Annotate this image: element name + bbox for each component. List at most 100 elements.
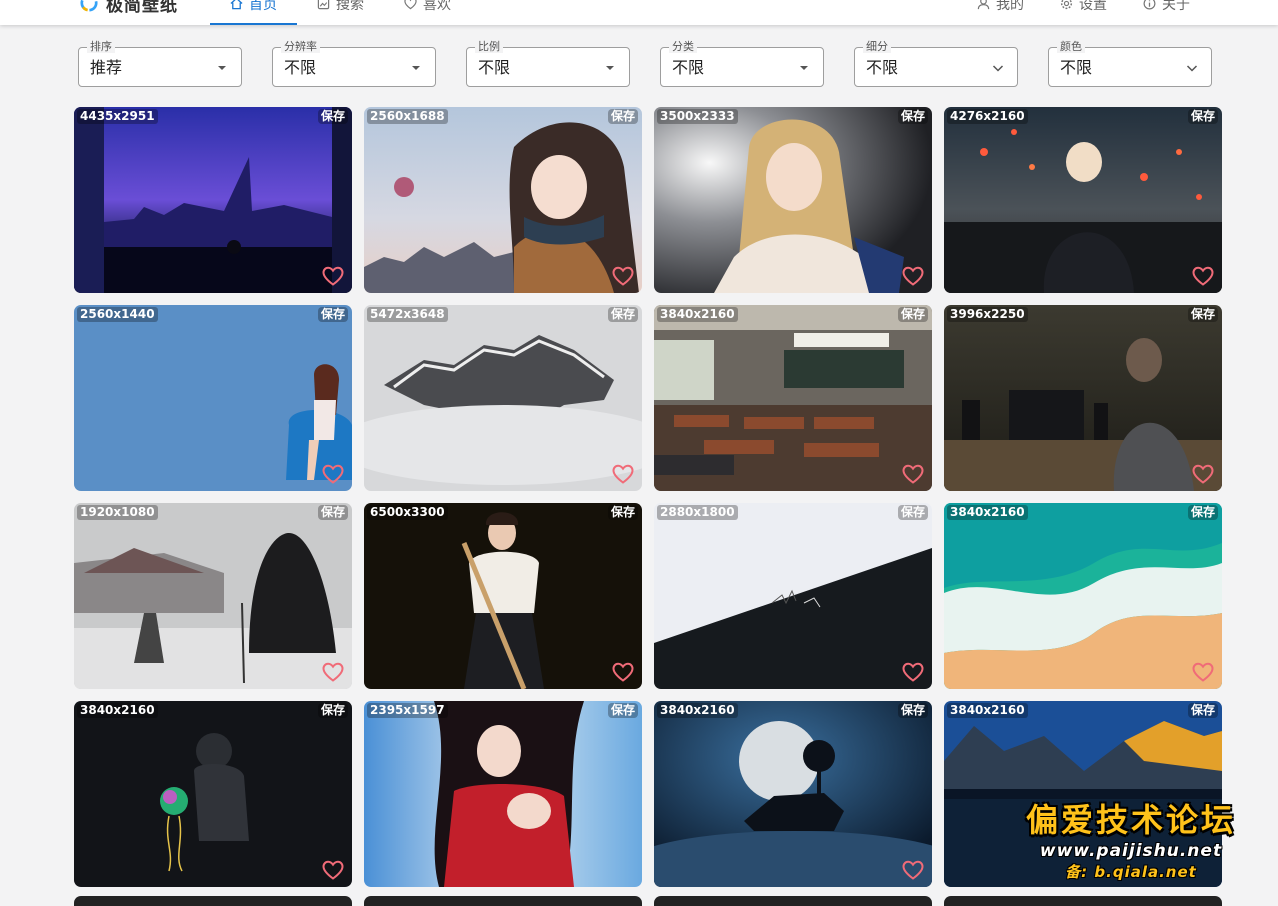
brand[interactable]: 极简壁纸 <box>80 0 178 16</box>
wallpaper-card[interactable]: 2560x1440 保存 <box>74 305 352 491</box>
wallpaper-card-peek[interactable] <box>364 896 642 906</box>
category-select[interactable]: 分类 不限 <box>660 41 824 87</box>
wallpaper-card-peek[interactable] <box>74 896 352 906</box>
wallpaper-card[interactable]: 3996x2250 保存 <box>944 305 1222 491</box>
wallpaper-card[interactable]: 2395x1597 保存 <box>364 701 642 887</box>
favorite-heart-icon[interactable] <box>902 464 924 484</box>
wallpaper-card-peek[interactable] <box>944 896 1222 906</box>
favorite-heart-icon[interactable] <box>322 662 344 682</box>
resolution-badge: 4276x2160 <box>947 109 1028 124</box>
save-button[interactable]: 保存 <box>1187 307 1218 322</box>
wallpaper-card[interactable]: 4435x2951 保存 <box>74 107 352 293</box>
wallpaper-card[interactable]: 2880x1800 保存 <box>654 503 932 689</box>
favorite-heart-icon[interactable] <box>1192 464 1214 484</box>
resolution-badge: 2880x1800 <box>657 505 738 520</box>
save-button[interactable]: 保存 <box>897 505 928 520</box>
save-button[interactable]: 保存 <box>317 703 348 718</box>
favorite-heart-icon[interactable] <box>902 266 924 286</box>
save-button[interactable]: 保存 <box>317 109 348 124</box>
caret-down-icon <box>800 66 808 70</box>
tab-home[interactable]: 首页 <box>210 0 297 25</box>
subcategory-select[interactable]: 细分 不限 <box>854 41 1018 87</box>
wallpaper-card[interactable]: 6500x3300 保存 <box>364 503 642 689</box>
wallpaper-card[interactable]: 3840x2160 保存 <box>74 701 352 887</box>
color-select[interactable]: 颜色 不限 <box>1048 41 1212 87</box>
info-icon <box>1143 0 1156 10</box>
wallpaper-card[interactable]: 1920x1080 保存 <box>74 503 352 689</box>
wallpaper-thumbnail <box>654 107 932 293</box>
color-select-label: 颜色 <box>1057 41 1085 53</box>
wallpaper-card[interactable]: 3840x2160 保存 <box>654 701 932 887</box>
wallpaper-card[interactable]: 3840x2160 保存 <box>944 503 1222 689</box>
tab-favorites[interactable]: 喜欢 <box>384 0 471 25</box>
watermark-backup-url: 备: b.qiala.net <box>1065 863 1197 881</box>
category-select-value: 不限 <box>672 58 705 77</box>
subcategory-select-label: 细分 <box>863 41 891 53</box>
favorite-heart-icon[interactable] <box>612 464 634 484</box>
tab-search[interactable]: 搜索 <box>297 0 384 25</box>
save-button[interactable]: 保存 <box>317 505 348 520</box>
wallpaper-thumbnail <box>654 503 932 689</box>
save-button[interactable]: 保存 <box>897 307 928 322</box>
user-icon <box>977 0 990 10</box>
resolution-select[interactable]: 分辨率 不限 <box>272 41 436 87</box>
save-button[interactable]: 保存 <box>1187 109 1218 124</box>
home-icon <box>230 0 243 10</box>
save-button[interactable]: 保存 <box>1187 703 1218 718</box>
save-button[interactable]: 保存 <box>607 703 638 718</box>
wallpaper-thumbnail <box>74 305 352 491</box>
forum-watermark: 偏爱技术论坛 www.paijishu.net 备: b.qiala.net <box>1000 800 1262 886</box>
save-button[interactable]: 保存 <box>897 109 928 124</box>
favorite-heart-icon[interactable] <box>322 266 344 286</box>
nav-about[interactable]: 关于 <box>1125 0 1208 25</box>
wallpaper-thumbnail <box>654 305 932 491</box>
favorite-heart-icon[interactable] <box>612 662 634 682</box>
resolution-badge: 3996x2250 <box>947 307 1028 322</box>
resolution-badge: 3840x2160 <box>657 703 738 718</box>
sort-select[interactable]: 排序 推荐 <box>78 41 242 87</box>
caret-down-icon <box>218 66 226 70</box>
favorite-heart-icon[interactable] <box>902 662 924 682</box>
watermark-title: 偏爱技术论坛 <box>1025 801 1236 839</box>
resolution-badge: 4435x2951 <box>77 109 158 124</box>
watermark-url: www.paijishu.net <box>1039 841 1223 861</box>
wallpaper-thumbnail <box>74 503 352 689</box>
wallpaper-card[interactable]: 2560x1688 保存 <box>364 107 642 293</box>
ratio-select[interactable]: 比例 不限 <box>466 41 630 87</box>
favorite-heart-icon[interactable] <box>1192 266 1214 286</box>
color-select-value: 不限 <box>1060 58 1093 77</box>
favorite-heart-icon[interactable] <box>612 266 634 286</box>
save-button[interactable]: 保存 <box>317 307 348 322</box>
wallpaper-card[interactable]: 3840x2160 保存 <box>654 305 932 491</box>
save-button[interactable]: 保存 <box>1187 505 1218 520</box>
save-button[interactable]: 保存 <box>607 505 638 520</box>
resolution-badge: 1920x1080 <box>77 505 158 520</box>
wallpaper-card-peek[interactable] <box>654 896 932 906</box>
favorite-heart-icon[interactable] <box>902 860 924 880</box>
main-nav: 首页 搜索 喜欢 <box>210 0 471 25</box>
gear-icon <box>1060 0 1073 10</box>
wallpaper-card[interactable]: 4276x2160 保存 <box>944 107 1222 293</box>
nav-settings[interactable]: 设置 <box>1042 0 1125 25</box>
ratio-select-value: 不限 <box>478 58 511 77</box>
resolution-select-label: 分辨率 <box>281 41 320 53</box>
nav-mine[interactable]: 我的 <box>959 0 1042 25</box>
nav-mine-label: 我的 <box>996 0 1024 13</box>
subcategory-select-value: 不限 <box>866 58 899 77</box>
filter-bar: 排序 推荐 分辨率 不限 比例 不限 分类 不限 细分 不限 颜色 不限 <box>78 41 1212 87</box>
resolution-select-value: 不限 <box>284 58 317 77</box>
tab-favorites-label: 喜欢 <box>423 0 451 13</box>
app-logo-icon <box>80 0 98 12</box>
resolution-badge: 2560x1440 <box>77 307 158 322</box>
favorite-heart-icon[interactable] <box>322 860 344 880</box>
wallpaper-card[interactable]: 3500x2333 保存 <box>654 107 932 293</box>
favorite-heart-icon[interactable] <box>322 464 344 484</box>
save-button[interactable]: 保存 <box>607 109 638 124</box>
wallpaper-thumbnail <box>654 701 932 887</box>
wallpaper-card[interactable]: 5472x3648 保存 <box>364 305 642 491</box>
save-button[interactable]: 保存 <box>607 307 638 322</box>
category-select-label: 分类 <box>669 41 697 53</box>
tab-search-label: 搜索 <box>336 0 364 13</box>
save-button[interactable]: 保存 <box>897 703 928 718</box>
favorite-heart-icon[interactable] <box>1192 662 1214 682</box>
